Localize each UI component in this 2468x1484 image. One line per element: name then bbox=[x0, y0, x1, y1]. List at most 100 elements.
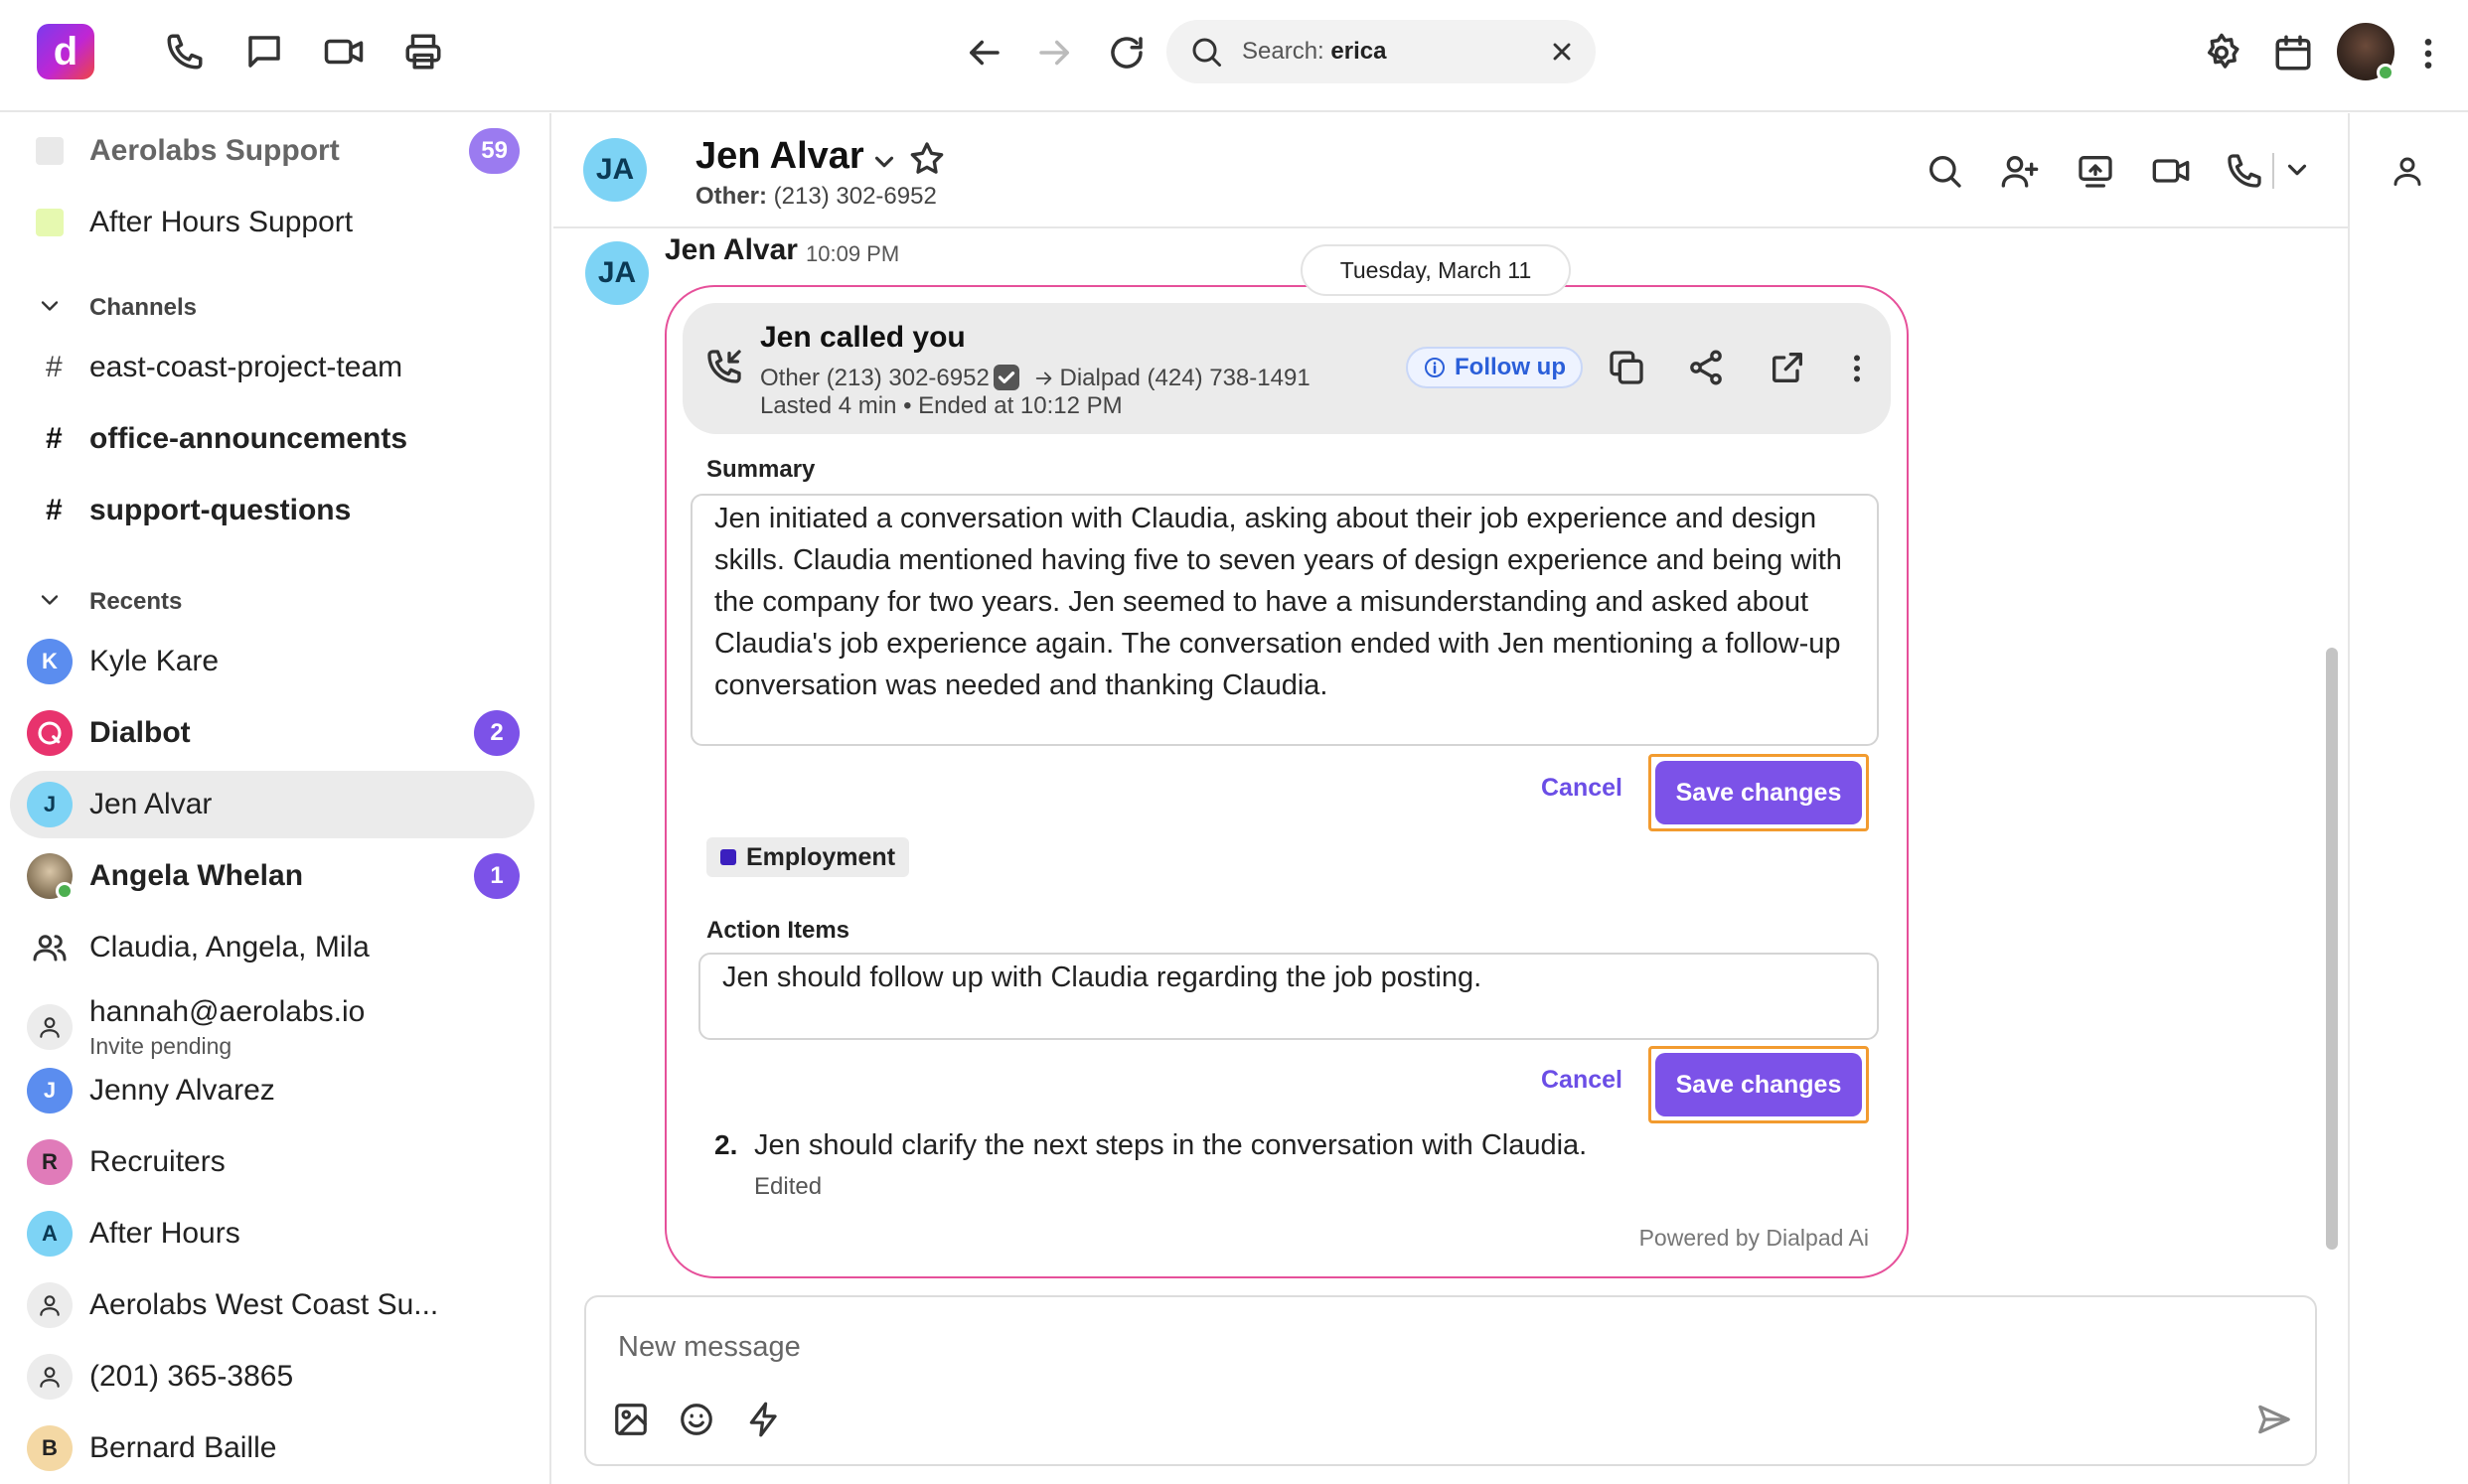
screen-share-icon[interactable] bbox=[2076, 151, 2115, 191]
divider bbox=[2272, 153, 2274, 189]
call-duration: Lasted 4 min • Ended at 10:12 PM bbox=[760, 392, 1123, 419]
clear-search-icon[interactable] bbox=[1548, 38, 1576, 66]
recents-heading[interactable]: Recents bbox=[89, 588, 182, 616]
sidebar-item-angela-whelan[interactable]: Angela Whelan 1 bbox=[10, 842, 535, 910]
video-icon[interactable] bbox=[323, 31, 365, 73]
more-vertical-icon[interactable] bbox=[1845, 351, 1869, 386]
sidebar-item-label: Dialbot bbox=[89, 716, 191, 749]
follow-up-button[interactable]: Follow up bbox=[1406, 347, 1583, 388]
sidebar-item-jen-alvar[interactable]: J Jen Alvar bbox=[10, 771, 535, 838]
dialbot-icon bbox=[27, 710, 73, 756]
sidebar-item-after-hours-support[interactable]: After Hours Support bbox=[10, 189, 535, 256]
chevron-down-icon[interactable] bbox=[36, 586, 64, 614]
send-icon[interactable] bbox=[2255, 1401, 2293, 1438]
emoji-icon[interactable] bbox=[678, 1401, 715, 1438]
incoming-call-icon bbox=[704, 347, 744, 386]
invite-status: Invite pending bbox=[89, 1033, 232, 1059]
sidebar-item-bernard-baille[interactable]: B Bernard Baille bbox=[10, 1414, 535, 1482]
scrollbar[interactable] bbox=[2326, 648, 2338, 1250]
inbox-color-swatch bbox=[36, 209, 64, 236]
online-status-dot bbox=[2377, 64, 2394, 81]
contact-name[interactable]: Jen Alvar bbox=[695, 135, 864, 178]
sidebar-item-label: (201) 365-3865 bbox=[89, 1360, 294, 1393]
sidebar-item-aerolabs-support[interactable]: Aerolabs Support 59 bbox=[10, 117, 535, 185]
sidebar-item-kyle-kare[interactable]: K Kyle Kare bbox=[10, 628, 535, 695]
sidebar-item-group[interactable]: Claudia, Angela, Mila bbox=[10, 914, 535, 981]
printer-icon[interactable] bbox=[402, 31, 444, 73]
action-item-textarea[interactable]: Jen should follow up with Claudia regard… bbox=[698, 953, 1879, 1040]
summary-save-button[interactable]: Save changes bbox=[1655, 761, 1862, 824]
sidebar-item-dialbot[interactable]: Dialbot 2 bbox=[10, 699, 535, 767]
search-input[interactable]: Search: erica bbox=[1166, 20, 1596, 83]
sidebar-item-after-hours[interactable]: A After Hours bbox=[10, 1200, 535, 1267]
channels-heading[interactable]: Channels bbox=[89, 294, 197, 322]
share-icon[interactable] bbox=[1686, 348, 1726, 387]
sender-name[interactable]: Jen Alvar bbox=[665, 233, 798, 267]
unread-badge: 1 bbox=[474, 853, 520, 899]
message-list: JA Jen Alvar 10:09 PM Tuesday, March 11 … bbox=[553, 229, 2348, 1282]
video-call-icon[interactable] bbox=[2151, 151, 2191, 191]
refresh-icon[interactable] bbox=[1106, 32, 1148, 74]
lightning-icon[interactable] bbox=[745, 1401, 783, 1438]
sidebar-item-jenny-alvarez[interactable]: J Jenny Alvarez bbox=[10, 1057, 535, 1124]
image-icon[interactable] bbox=[612, 1401, 650, 1438]
message-input[interactable]: New message bbox=[618, 1331, 801, 1364]
chevron-down-icon[interactable] bbox=[2282, 155, 2312, 185]
avatar: R bbox=[27, 1139, 73, 1185]
copy-icon[interactable] bbox=[1607, 348, 1646, 387]
chevron-down-icon[interactable] bbox=[869, 147, 899, 177]
unread-badge: 2 bbox=[474, 710, 520, 756]
sidebar-item-channel[interactable]: # support-questions bbox=[10, 477, 535, 544]
message-composer[interactable]: New message bbox=[584, 1295, 2317, 1466]
sidebar-item-label: Recruiters bbox=[89, 1145, 226, 1178]
calendar-icon[interactable] bbox=[2272, 32, 2314, 74]
sidebar-item-label: hannah@aerolabs.io bbox=[89, 995, 366, 1028]
action-items-label: Action Items bbox=[706, 917, 850, 944]
tag-color-swatch bbox=[720, 849, 736, 865]
action-item-cancel-button[interactable]: Cancel bbox=[1541, 1066, 1622, 1095]
action-item-save-highlight: Save changes bbox=[1648, 1046, 1869, 1123]
call-icon[interactable] bbox=[2225, 151, 2264, 191]
dialpad-logo[interactable]: d bbox=[37, 24, 94, 79]
action-item-number: 2. bbox=[714, 1129, 738, 1160]
contact-details-icon[interactable] bbox=[2390, 153, 2425, 189]
sidebar-item-aerolabs-west-coast[interactable]: Aerolabs West Coast Su... bbox=[10, 1271, 535, 1339]
inbox-color-swatch bbox=[36, 137, 64, 165]
topic-tag[interactable]: Employment bbox=[706, 837, 910, 877]
sidebar-item-label: Jen Alvar bbox=[89, 788, 213, 820]
contact-avatar[interactable]: JA bbox=[583, 138, 647, 202]
summary-textarea[interactable]: Jen initiated a conversation with Claudi… bbox=[691, 494, 1879, 746]
back-arrow-icon[interactable] bbox=[963, 32, 1004, 74]
sender-avatar[interactable]: JA bbox=[585, 241, 649, 305]
chat-icon[interactable] bbox=[243, 31, 285, 73]
phone-icon[interactable] bbox=[164, 31, 206, 73]
chevron-down-icon[interactable] bbox=[36, 292, 64, 320]
sidebar-item-label: office-announcements bbox=[89, 422, 408, 455]
sidebar-item-label: support-questions bbox=[89, 494, 352, 526]
avatar: J bbox=[27, 782, 73, 827]
action-item-save-button[interactable]: Save changes bbox=[1655, 1053, 1862, 1116]
search-icon[interactable] bbox=[1925, 151, 1964, 191]
more-vertical-icon[interactable] bbox=[2414, 34, 2442, 74]
online-status-dot bbox=[56, 882, 74, 900]
settings-gear-icon[interactable] bbox=[2201, 32, 2242, 74]
person-icon bbox=[27, 1354, 73, 1400]
info-icon bbox=[1423, 356, 1447, 379]
summary-cancel-button[interactable]: Cancel bbox=[1541, 774, 1622, 803]
open-external-icon[interactable] bbox=[1768, 348, 1807, 387]
unread-badge: 59 bbox=[469, 128, 520, 174]
conversation-header: JA Jen Alvar Other: (213) 302-6952 bbox=[553, 113, 2348, 228]
sidebar-item-channel[interactable]: # east-coast-project-team bbox=[10, 334, 535, 401]
call-route: Other (213) 302-6952 Dialpad (424) 738-1… bbox=[760, 365, 1311, 391]
star-icon[interactable] bbox=[907, 139, 947, 179]
action-item-text[interactable]: Jen should clarify the next steps in the… bbox=[754, 1129, 1587, 1162]
sidebar-item-label: Aerolabs West Coast Su... bbox=[89, 1288, 439, 1321]
forward-arrow-icon[interactable] bbox=[1034, 32, 1076, 74]
sidebar-item-phone-number[interactable]: (201) 365-3865 bbox=[10, 1343, 535, 1410]
add-person-icon[interactable] bbox=[2000, 151, 2040, 191]
sidebar-item-channel[interactable]: # office-announcements bbox=[10, 405, 535, 473]
right-rail bbox=[2348, 113, 2468, 1484]
avatar: B bbox=[27, 1425, 73, 1471]
sidebar-item-recruiters[interactable]: R Recruiters bbox=[10, 1128, 535, 1196]
search-icon bbox=[1188, 34, 1224, 70]
